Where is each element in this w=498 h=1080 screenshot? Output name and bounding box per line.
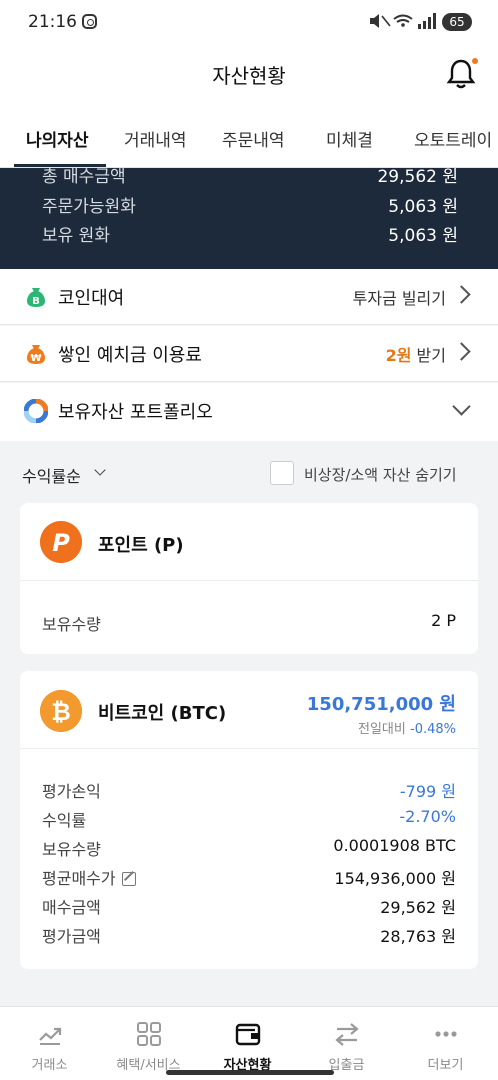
more-icon [433, 1021, 459, 1047]
summary-value: 29,562 원 [377, 168, 458, 187]
holding-value: 2 P [431, 611, 456, 630]
summary-value: 5,063 원 [388, 197, 458, 217]
page-title: 자산현황 [212, 64, 286, 88]
nav-exchange[interactable]: 거래소 [0, 1007, 99, 1080]
pie-chart-icon [23, 398, 49, 424]
nav-more[interactable]: 더보기 [396, 1007, 495, 1080]
deposit-fee-action[interactable]: 2원 받기 [386, 342, 446, 366]
status-bar: 21:16 65 [0, 0, 498, 46]
tab-trade-history[interactable]: 거래내역 [124, 126, 187, 151]
btc-price: 150,751,000 원 [306, 694, 456, 715]
btc-icon-letter: ₿ [51, 698, 71, 726]
pnl-value: -799 원 [399, 782, 456, 801]
coin-loan-label: 코인대여 [58, 288, 125, 309]
point-card[interactable]: P 포인트 (P) 보유수량 2 P [20, 503, 478, 654]
status-icons [368, 12, 436, 34]
tab-unfilled[interactable]: 미체결 [326, 126, 373, 151]
summary-value: 5,063 원 [388, 226, 458, 246]
edit-icon[interactable] [121, 872, 136, 886]
won-bag-icon: ₩ [24, 342, 48, 366]
btc-pnl-row: 평가손익 -799 원 [42, 778, 456, 802]
avg-price-label: 평균매수가 [42, 869, 116, 888]
btc-name: 비트코인 (BTC) [98, 703, 227, 724]
return-label: 수익률 [42, 811, 87, 830]
summary-label: 주문가능원화 [42, 197, 136, 217]
asset-summary: 총 매수금액 29,562 원 주문가능원화 5,063 원 보유 원화 5,0… [0, 168, 498, 269]
point-icon-letter: P [52, 529, 70, 557]
nav-label: 더보기 [427, 1058, 464, 1073]
home-indicator [166, 1070, 334, 1075]
tab-my-assets[interactable]: 나의자산 [26, 126, 89, 151]
deposit-fee-action-label: 받기 [416, 346, 446, 365]
portfolio-row[interactable]: 보유자산 포트폴리오 [0, 383, 498, 441]
notification-dot [472, 58, 478, 64]
chart-trend-icon [37, 1021, 63, 1047]
chevron-right-icon [452, 342, 471, 361]
deposit-fee-row[interactable]: ₩ 쌓인 예치금 이용료 2원 받기 [0, 326, 498, 382]
app-header: 자산현황 [0, 46, 498, 102]
wallet-icon [235, 1021, 261, 1047]
chevron-down-icon[interactable] [452, 397, 471, 416]
nav-label: 거래소 [31, 1058, 68, 1073]
svg-text:₩: ₩ [30, 353, 41, 364]
buy-amount-value: 29,562 원 [380, 898, 456, 917]
point-coin-icon: P [40, 521, 82, 563]
btc-avg-price-row: 평균매수가 154,936,000 원 [42, 865, 456, 889]
summary-row: 보유 원화 5,063 원 [42, 221, 458, 246]
hide-small-assets-checkbox[interactable] [270, 461, 294, 485]
btc-card[interactable]: ₿ 비트코인 (BTC) 150,751,000 원 전일대비 -0.48% 평… [20, 671, 478, 969]
instagram-icon [82, 14, 97, 29]
deposit-fee-label: 쌓인 예치금 이용료 [58, 345, 202, 366]
avg-price-value: 154,936,000 원 [334, 869, 456, 888]
return-value: -2.70% [399, 807, 456, 826]
bottom-nav: 거래소 혜택/서비스 자산현황 입출금 더보기 [0, 1006, 498, 1080]
btc-buy-amount-row: 매수금액 29,562 원 [42, 894, 456, 918]
card-divider [20, 580, 478, 581]
btc-eval-amount-row: 평가금액 28,763 원 [42, 923, 456, 947]
deposit-fee-amount: 2원 [385, 346, 412, 365]
status-time: 21:16 [28, 12, 77, 32]
grid-icon [136, 1021, 162, 1047]
summary-label: 총 매수금액 [42, 168, 126, 187]
btc-return-row: 수익률 -2.70% [42, 807, 456, 831]
summary-row: 주문가능원화 5,063 원 [42, 192, 458, 217]
coin-loan-action[interactable]: 투자금 빌리기 [353, 285, 446, 309]
tab-active-indicator [14, 164, 106, 167]
summary-label: 보유 원화 [42, 226, 110, 246]
battery-indicator: 65 [442, 13, 472, 31]
eval-amount-value: 28,763 원 [380, 927, 456, 946]
transfer-icon [334, 1021, 360, 1047]
holding-label: 보유수량 [42, 615, 101, 634]
portfolio-label: 보유자산 포트폴리오 [58, 402, 213, 423]
chevron-right-icon [452, 285, 471, 304]
coin-loan-row[interactable]: B 코인대여 투자금 빌리기 [0, 269, 498, 325]
sort-dropdown[interactable]: 수익률순 [22, 463, 81, 487]
tab-order-history[interactable]: 주문내역 [222, 126, 285, 151]
tab-auto-trade[interactable]: 오토트레이 [414, 126, 492, 151]
btc-change: 전일대비 -0.48% [358, 718, 456, 737]
eval-amount-label: 평가금액 [42, 927, 101, 946]
chevron-down-icon [94, 464, 106, 476]
hide-small-assets-label[interactable]: 비상장/소액 자산 숨기기 [304, 464, 457, 485]
change-pct: -0.48% [410, 722, 456, 737]
svg-text:B: B [32, 296, 40, 307]
change-label: 전일대비 [358, 722, 406, 737]
buy-amount-label: 매수금액 [42, 898, 101, 917]
tab-bar: 나의자산 거래내역 주문내역 미체결 오토트레이 [0, 102, 498, 168]
pnl-label: 평가손익 [42, 782, 101, 801]
holding-value: 0.0001908 BTC [333, 836, 456, 855]
point-holding-row: 보유수량 2 P [42, 611, 456, 635]
btc-holding-row: 보유수량 0.0001908 BTC [42, 836, 456, 860]
holding-label: 보유수량 [42, 840, 101, 859]
money-bag-icon: B [24, 285, 48, 309]
point-name: 포인트 (P) [98, 535, 184, 556]
card-divider [20, 748, 478, 749]
bell-icon[interactable] [446, 58, 476, 90]
bitcoin-icon: ₿ [40, 690, 82, 732]
summary-row: 총 매수금액 29,562 원 [42, 168, 458, 187]
